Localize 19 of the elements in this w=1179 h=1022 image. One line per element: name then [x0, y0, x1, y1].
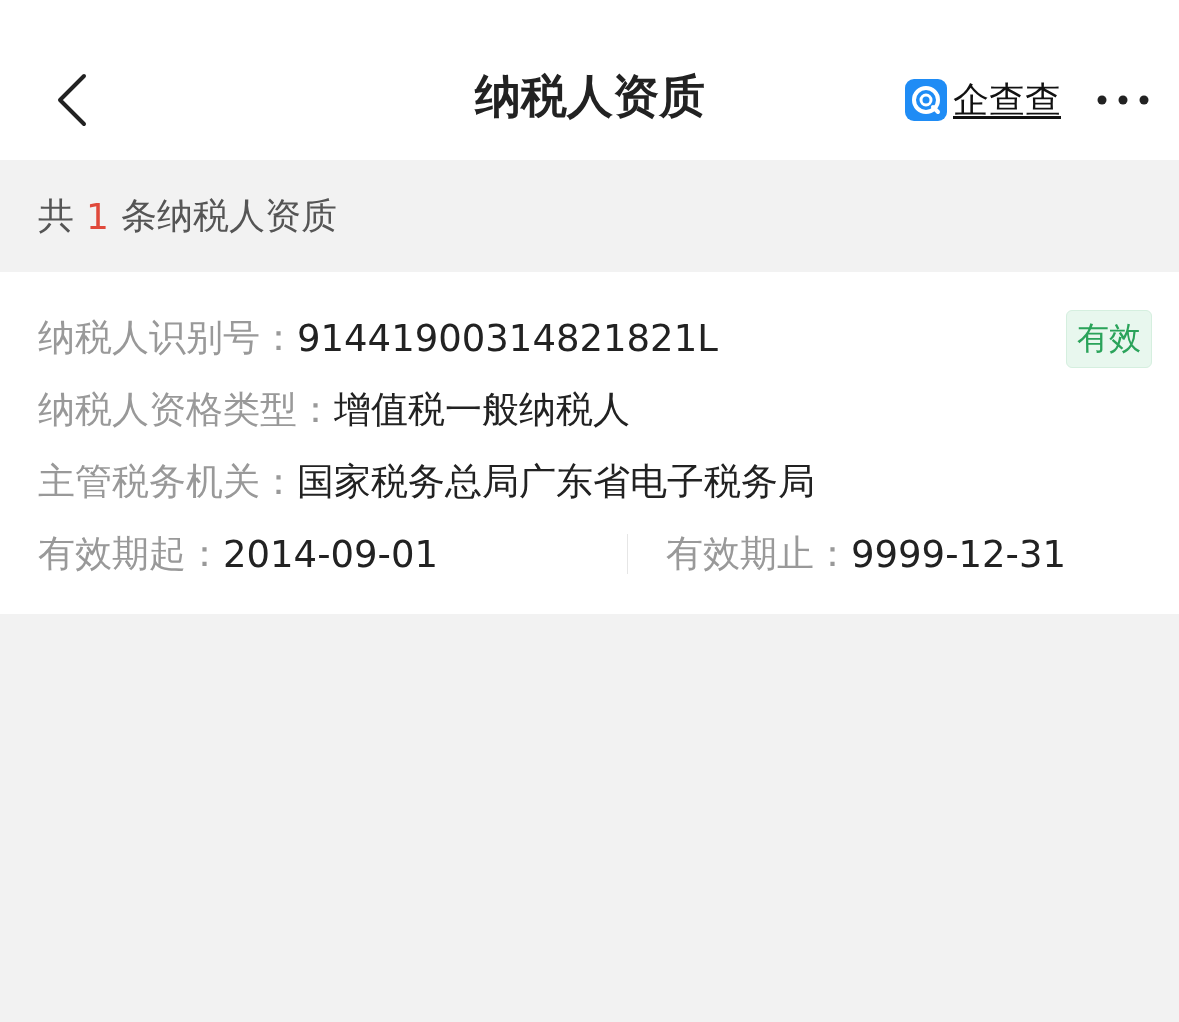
- logo-icon: [905, 79, 947, 121]
- more-icon[interactable]: [1097, 95, 1149, 105]
- field-label: 有效期止：: [666, 531, 851, 577]
- field-value: 9999-12-31: [851, 532, 1067, 576]
- summary-text: 共: [38, 193, 74, 238]
- field-value: 91441900314821821L: [297, 316, 718, 360]
- field-value: 增值税一般纳税人: [334, 387, 630, 433]
- field-label: 有效期起：: [38, 531, 223, 577]
- field-value: 国家税务总局广东省电子税务局: [297, 459, 815, 505]
- field-label: 主管税务机关：: [38, 459, 297, 505]
- result-count: 1: [86, 195, 109, 237]
- back-icon[interactable]: [56, 72, 88, 128]
- brand-name[interactable]: 企查查: [953, 75, 1061, 125]
- field-label: 纳税人资格类型：: [38, 387, 334, 433]
- page-title: 纳税人资质: [473, 68, 706, 125]
- status-badge: 有效: [1066, 310, 1153, 368]
- field-value: 2014-09-01: [223, 532, 439, 576]
- field-label: 纳税人识别号：: [38, 315, 297, 361]
- summary-text: 条纳税人资质: [120, 193, 337, 238]
